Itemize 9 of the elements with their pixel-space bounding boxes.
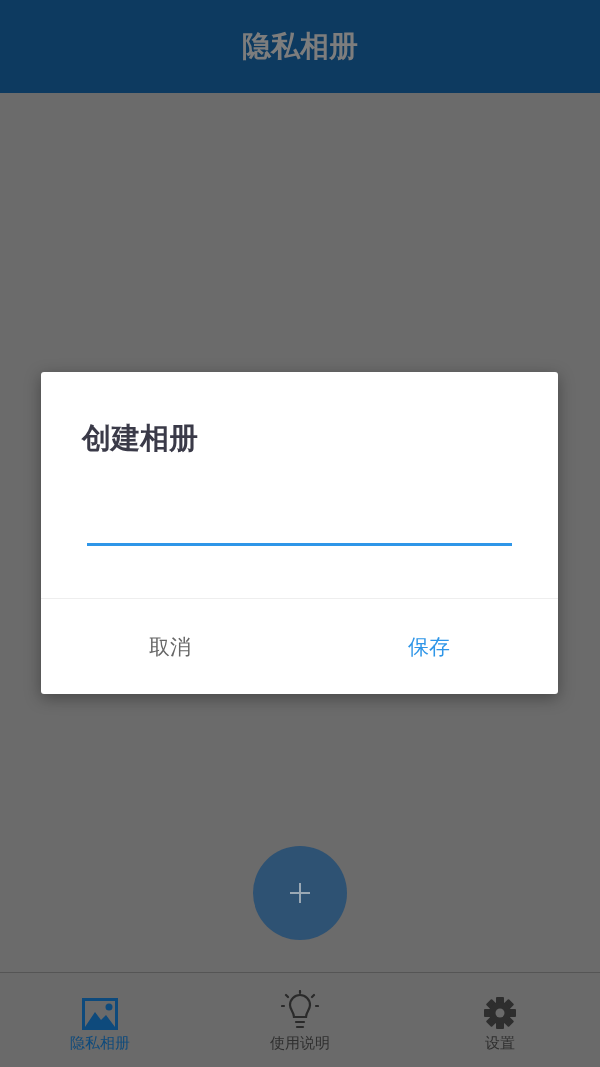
nav-tab[interactable]: 隐私相册 xyxy=(0,973,200,1067)
lightbulb-icon xyxy=(281,990,319,1030)
dialog-title: 创建相册 xyxy=(82,420,199,457)
app-title: 隐私相册 xyxy=(242,27,358,65)
cancel-button[interactable]: 取消 xyxy=(41,599,300,694)
nav-tab[interactable]: 使用说明 xyxy=(200,973,400,1067)
picture-icon xyxy=(82,998,118,1030)
save-button[interactable]: 保存 xyxy=(299,599,558,694)
plus-icon xyxy=(289,882,311,904)
